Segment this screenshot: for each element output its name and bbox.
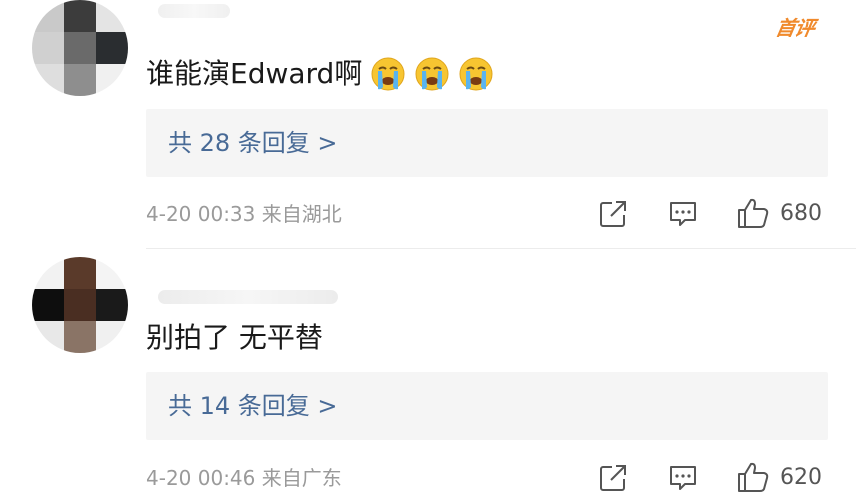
view-replies-link[interactable]: 共 14 条回复 > <box>168 390 338 422</box>
avatar[interactable] <box>32 257 128 353</box>
comment-icon[interactable] <box>668 199 698 229</box>
username[interactable] <box>158 4 230 18</box>
share-icon[interactable] <box>598 199 628 229</box>
comment-location: 来自湖北 <box>261 202 342 226</box>
comment-timestamp: 4-20 00:33 <box>146 202 256 226</box>
thumbs-up-icon[interactable] <box>736 196 770 230</box>
reply-thread-box[interactable]: 共 28 条回复 > <box>146 109 828 177</box>
comment-icon[interactable] <box>668 463 698 493</box>
username[interactable] <box>158 290 338 304</box>
share-icon[interactable] <box>598 463 628 493</box>
comment-meta: 4-20 00:46 来自广东 <box>146 464 342 492</box>
comment-timestamp: 4-20 00:46 <box>146 466 256 490</box>
avatar[interactable] <box>32 0 128 96</box>
crying-face-emoji-icon <box>459 57 493 91</box>
comment-text: 别拍了 无平替 <box>146 318 323 358</box>
view-replies-link[interactable]: 共 28 条回复 > <box>168 127 338 159</box>
reply-thread-box[interactable]: 共 14 条回复 > <box>146 372 828 440</box>
first-comment-badge: 首评 <box>773 16 816 40</box>
comment-item: 首评 谁能演Edward啊 共 28 条回复 > 4-20 00:33 来自湖北… <box>0 0 856 250</box>
like-count: 680 <box>780 201 822 226</box>
comment-item: 别拍了 无平替 共 14 条回复 > 4-20 00:46 来自广东 620 <box>0 250 856 500</box>
comment-text-body: 别拍了 无平替 <box>146 321 323 354</box>
comment-text: 谁能演Edward啊 <box>146 54 494 94</box>
comment-divider <box>146 248 856 249</box>
like-count: 620 <box>780 465 822 490</box>
comment-text-body: 谁能演Edward啊 <box>146 57 363 90</box>
thumbs-up-icon[interactable] <box>736 460 770 494</box>
crying-face-emoji-icon <box>371 57 405 91</box>
comment-location: 来自广东 <box>261 466 342 490</box>
comment-meta: 4-20 00:33 来自湖北 <box>146 200 342 228</box>
crying-face-emoji-icon <box>415 57 449 91</box>
